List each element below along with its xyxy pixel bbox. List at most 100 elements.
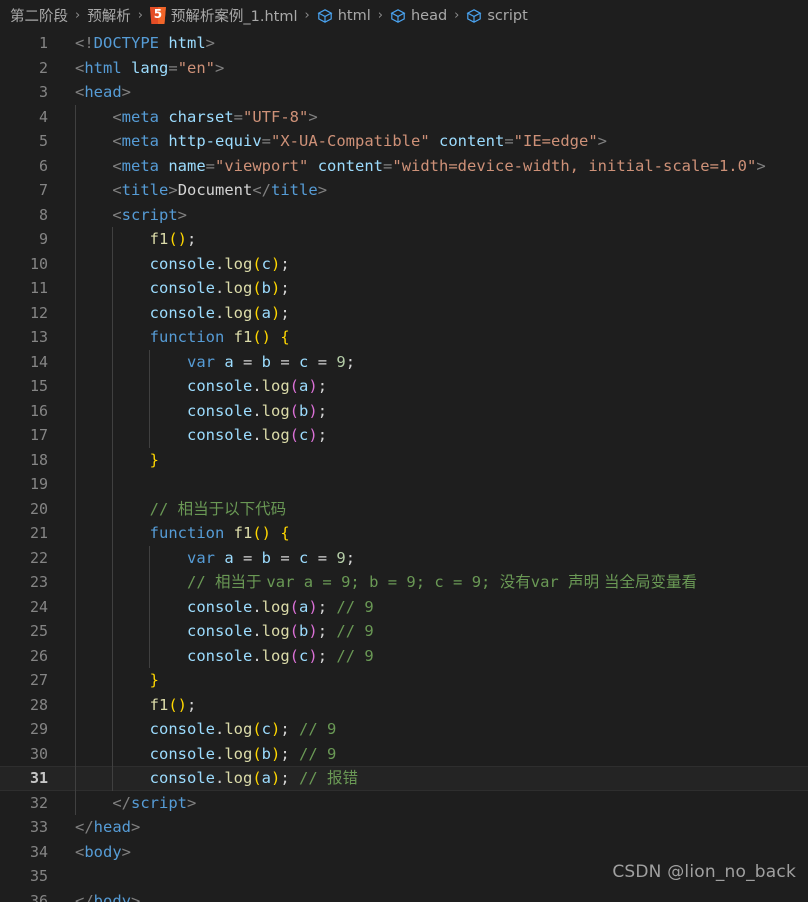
breadcrumb-separator: › [75, 8, 81, 23]
code-token: ; [317, 597, 337, 616]
code-line[interactable]: 1 <!DOCTYPE html> [0, 31, 808, 56]
code-token: // [149, 499, 178, 518]
code-token: . [252, 622, 262, 640]
code-line[interactable]: 13 function f1() { [0, 325, 808, 350]
code-line[interactable]: 25 console.log(b); // 9 [0, 619, 808, 644]
code-token: "UTF-8" [243, 107, 309, 126]
code-line[interactable]: 34 <body> [0, 840, 808, 865]
code-line[interactable]: 10 console.log(c); [0, 251, 808, 276]
breadcrumb-item-5[interactable]: head [388, 8, 449, 24]
code-token: ( [289, 401, 299, 420]
code-line[interactable]: 29 console.log(c); // 9 [0, 717, 808, 742]
code-token: </ [75, 793, 131, 812]
code-line[interactable]: 5 <meta http-equiv="X-UA-Compatible" con… [0, 129, 808, 154]
code-token: title [121, 181, 169, 199]
code-line[interactable]: 33 </head> [0, 815, 808, 840]
code-line[interactable]: 19 [0, 472, 808, 497]
code-line[interactable]: 7 <title>Document</title> [0, 178, 808, 203]
code-line[interactable]: 22 var a = b = c = 9; [0, 545, 808, 571]
code-text: <!DOCTYPE html> [75, 31, 808, 56]
code-token: ; [345, 548, 356, 567]
code-text: console.log(a); // 9 [75, 595, 808, 620]
code-token: . [252, 401, 262, 420]
code-token: http-equiv [168, 132, 262, 150]
line-number: 28 [29, 695, 48, 714]
code-line[interactable]: 4 <meta charset="UTF-8"> [0, 104, 808, 129]
indent-guide [112, 472, 114, 497]
code-line[interactable]: 16 console.log(b); [0, 398, 808, 424]
code-line[interactable]: 15 console.log(a); [0, 374, 808, 399]
code-token: > [215, 58, 225, 77]
code-token: } [149, 450, 159, 469]
code-text: var a = b = c = 9; [75, 546, 808, 571]
code-text: // 相当于以下代码 [75, 497, 808, 522]
code-line[interactable]: 36 </body> [0, 889, 808, 902]
symbol-cube-icon [317, 8, 333, 24]
breadcrumb-separator: › [454, 8, 460, 23]
code-token: ) [271, 303, 281, 322]
code-token: ) [308, 646, 318, 665]
code-token: ) [308, 622, 318, 640]
code-line[interactable]: 9 f1(); [0, 227, 808, 252]
code-token: a [261, 769, 272, 787]
code-line[interactable]: 6 <meta name="viewport" content="width=d… [0, 153, 808, 178]
line-number: 17 [29, 426, 48, 444]
code-text: f1(); [75, 227, 808, 252]
code-line[interactable]: 14 var a = b = c = 9; [0, 349, 808, 374]
code-line[interactable]: 24 console.log(a); // 9 [0, 594, 808, 620]
code-line[interactable]: 32 </script> [0, 790, 808, 815]
line-number: 35 [29, 867, 48, 885]
code-line[interactable]: 20 // 相当于以下代码 [0, 496, 808, 522]
code-token: > [756, 156, 766, 175]
code-token: = [308, 548, 337, 567]
code-token: { [280, 328, 290, 346]
code-token: // 9 [336, 622, 374, 640]
code-text: } [75, 448, 808, 473]
code-line[interactable]: 17 console.log(c); [0, 423, 808, 448]
breadcrumb-item-4[interactable]: html [315, 8, 373, 24]
breadcrumb-item-1[interactable]: 第二阶段 [8, 5, 70, 26]
code-line[interactable]: 11 console.log(b); [0, 276, 808, 301]
code-line[interactable]: 28 f1(); [0, 692, 808, 717]
code-line[interactable]: 2 <html lang="en"> [0, 56, 808, 81]
breadcrumb-item-3[interactable]: 5 预解析案例_1.html [148, 5, 300, 26]
line-number: 34 [29, 842, 48, 861]
breadcrumb-item-label: html [337, 7, 371, 24]
code-token: > [168, 181, 178, 199]
code-line[interactable]: 26 console.log(c); // 9 [0, 643, 808, 668]
breadcrumb-item-6[interactable]: script [464, 8, 529, 24]
code-token: c [299, 352, 309, 371]
code-text: console.log(b); [75, 399, 808, 424]
line-number: 1 [38, 34, 48, 52]
code-editor[interactable]: 1 <!DOCTYPE html> 2 <html lang="en"> 3 <head>… [0, 31, 808, 902]
code-text: console.log(a); [75, 374, 808, 399]
code-line[interactable]: 12 console.log(a); [0, 300, 808, 325]
code-line[interactable]: 8 <script> [0, 202, 808, 227]
code-token: var [530, 573, 569, 591]
code-token: ( [289, 622, 299, 640]
code-line[interactable]: 30 console.log(b); // 9 [0, 741, 808, 766]
code-line[interactable]: 3 <head> [0, 80, 808, 105]
code-token: log [261, 597, 290, 616]
code-token: = [168, 58, 178, 77]
code-line[interactable]: 18 } [0, 447, 808, 473]
code-lines: 1 <!DOCTYPE html> 2 <html lang="en"> 3 <head>… [0, 31, 808, 902]
code-line[interactable]: 27 } [0, 668, 808, 693]
code-token: console [186, 597, 253, 616]
code-line[interactable]: 23 // 相当于 var a = 9; b = 9; c = 9; 没有var… [0, 570, 808, 595]
breadcrumb-item-2[interactable]: 预解析 [85, 5, 133, 26]
code-token: console [186, 426, 253, 444]
code-line[interactable]: 21 function f1() { [0, 521, 808, 546]
code-line[interactable]: 31 console.log(a); // 报错 [0, 766, 808, 791]
code-token: 声明 当全局变量看 [568, 573, 697, 591]
line-number: 33 [29, 818, 48, 836]
code-token: . [214, 303, 225, 322]
code-token: var [186, 352, 215, 371]
code-token: = [233, 548, 262, 567]
